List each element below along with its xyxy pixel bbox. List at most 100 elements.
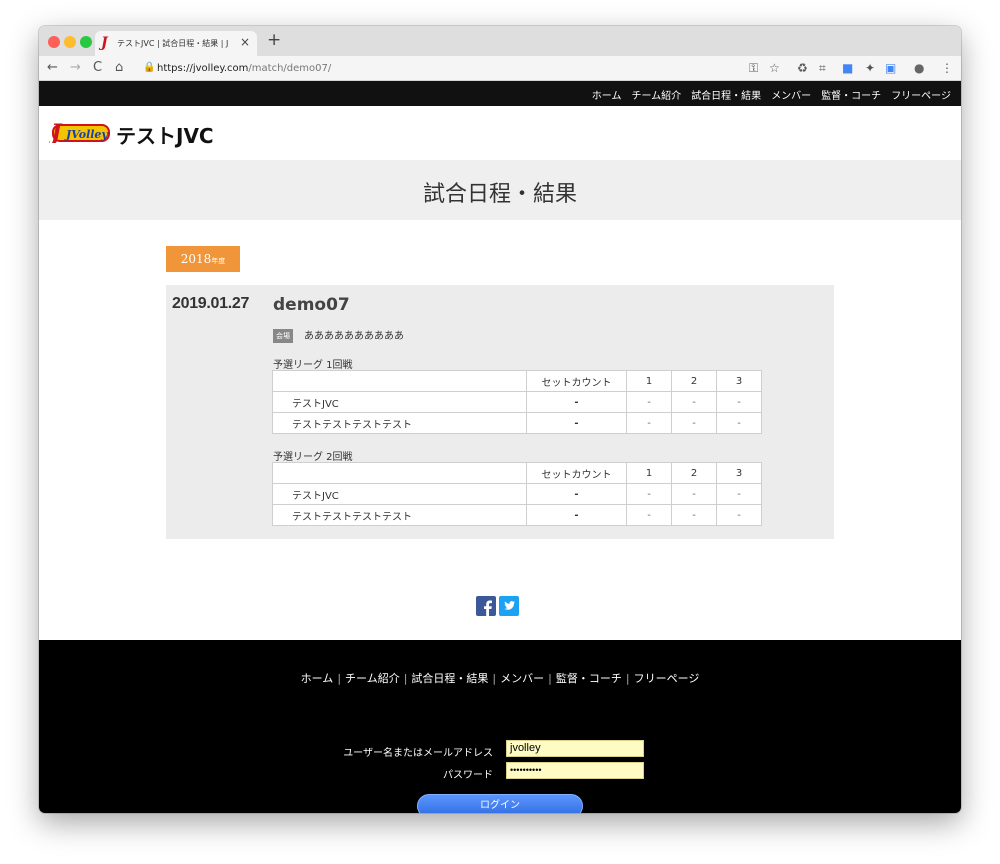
season-suffix: 年度	[211, 257, 226, 265]
password-input[interactable]: ••••••••••	[506, 762, 644, 779]
footer-nav-team[interactable]: チーム紹介	[345, 672, 400, 685]
pin-extension-icon[interactable]: ✦	[865, 61, 875, 75]
color-extension-icon[interactable]: ■	[842, 61, 853, 75]
browser-window: J テストJVC | 試合日程・結果 | J × + ← → C ⌂ 🔒 htt…	[39, 26, 961, 813]
forward-button[interactable]: →	[70, 60, 81, 75]
footer-nav-separator: |	[492, 672, 497, 685]
set-count-cell: -	[526, 483, 627, 505]
page-title-band: 試合日程・結果	[39, 160, 961, 220]
url-host: https://jvolley.com	[157, 63, 249, 74]
footer-nav-separator: |	[403, 672, 408, 685]
footer-nav: ホーム | チーム紹介 | 試合日程・結果 | メンバー | 監督・コーチ | フリーページ	[39, 670, 961, 686]
reload-button[interactable]: C	[93, 60, 102, 75]
site-header: J JVolley テストJVC	[39, 106, 961, 160]
table-header-row: セットカウント 1 2 3	[272, 370, 762, 392]
address-bar[interactable]: https://jvolley.com/match/demo07/	[157, 63, 331, 74]
table-header-row: セットカウント 1 2 3	[272, 462, 762, 484]
footer-nav-schedule[interactable]: 試合日程・結果	[411, 672, 488, 685]
set-score-cell: -	[671, 412, 717, 434]
menu-kebab-icon[interactable]: ⋮	[941, 61, 953, 75]
league-label: 予選リーグ 1回戦	[273, 360, 353, 371]
lock-icon: 🔒	[143, 62, 156, 73]
top-nav-free-page[interactable]: フリーページ	[891, 87, 951, 102]
footer-nav-home[interactable]: ホーム	[301, 672, 334, 685]
top-nav-coaches[interactable]: 監督・コーチ	[821, 87, 881, 102]
set-score-cell: -	[626, 504, 672, 526]
table-row: テストテストテストテスト - - - -	[272, 504, 762, 526]
footer-nav-coaches[interactable]: 監督・コーチ	[556, 672, 622, 685]
table-header-cell	[272, 462, 527, 484]
score-table: セットカウント 1 2 3 テストJVC - - - - テストテストテストテス…	[272, 462, 762, 526]
set-count-cell: -	[526, 412, 627, 434]
new-tab-button[interactable]: +	[267, 30, 281, 50]
login-button[interactable]: ログイン	[417, 794, 583, 813]
set-score-cell: -	[716, 504, 762, 526]
set-count-cell: -	[526, 504, 627, 526]
set-count-cell: -	[526, 391, 627, 413]
footer-nav-separator: |	[337, 672, 342, 685]
maximize-window-button[interactable]	[80, 36, 92, 48]
table-row: テストJVC - - - -	[272, 483, 762, 505]
set-score-cell: -	[716, 391, 762, 413]
site-favicon-icon: J	[101, 35, 108, 51]
match-date: 2019.01.27	[172, 295, 250, 312]
table-header-cell: 2	[671, 462, 717, 484]
set-score-cell: -	[671, 391, 717, 413]
table-header-cell	[272, 370, 527, 392]
browser-toolbar: ← → C ⌂ 🔒 https://jvolley.com/match/demo…	[39, 56, 961, 81]
logo-text: JVolley	[64, 128, 109, 141]
home-button[interactable]: ⌂	[115, 60, 123, 75]
top-nav-members[interactable]: メンバー	[771, 87, 811, 102]
recycle-extension-icon[interactable]: ♻	[797, 61, 808, 75]
username-label: ユーザー名またはメールアドレス	[343, 748, 493, 759]
key-icon[interactable]: ⚿	[749, 61, 758, 76]
footer-nav-separator: |	[548, 672, 552, 685]
footer-nav-free-page[interactable]: フリーページ	[634, 672, 700, 685]
team-name-cell: テストテストテストテスト	[272, 412, 527, 434]
screenshot-extension-icon[interactable]: ⌗	[819, 61, 826, 76]
svg-text:J: J	[49, 120, 63, 143]
season-year: 2018	[180, 252, 212, 266]
tab-strip: J テストJVC | 試合日程・結果 | J × +	[39, 26, 961, 56]
footer-nav-separator: |	[625, 672, 630, 685]
close-window-button[interactable]	[48, 36, 60, 48]
jvolley-logo[interactable]: J JVolley	[49, 119, 111, 143]
table-header-cell: 3	[716, 462, 762, 484]
facebook-icon[interactable]	[476, 596, 496, 616]
team-name-cell: テストJVC	[272, 391, 527, 413]
site-footer: ホーム | チーム紹介 | 試合日程・結果 | メンバー | 監督・コーチ | フリーページ ユーザ…	[39, 640, 961, 813]
tab-title: テストJVC | 試合日程・結果 | J	[117, 39, 229, 48]
set-score-cell: -	[626, 412, 672, 434]
table-header-cell: 3	[716, 370, 762, 392]
match-name: demo07	[273, 295, 350, 315]
match-card: 2019.01.27 demo07 会場 ああああああああああ 予選リーグ 1回…	[166, 285, 834, 539]
profile-avatar-icon[interactable]: ●	[914, 61, 924, 75]
twitter-icon[interactable]	[499, 596, 519, 616]
team-name-cell: テストテストテストテスト	[272, 504, 527, 526]
back-button[interactable]: ←	[47, 60, 58, 75]
bookmark-star-icon[interactable]: ☆	[769, 61, 780, 75]
set-score-cell: -	[626, 391, 672, 413]
site-top-bar: ホーム チーム紹介 試合日程・結果 メンバー 監督・コーチ フリーページ	[39, 81, 961, 106]
top-nav: ホーム チーム紹介 試合日程・結果 メンバー 監督・コーチ フリーページ	[592, 87, 951, 102]
page-title: 試合日程・結果	[422, 182, 577, 207]
table-header-cell: 2	[671, 370, 717, 392]
table-header-cell: セットカウント	[526, 462, 627, 484]
top-nav-schedule[interactable]: 試合日程・結果	[691, 87, 761, 102]
footer-nav-members[interactable]: メンバー	[500, 672, 544, 685]
venue-tag: 会場	[273, 329, 293, 343]
top-nav-home[interactable]: ホーム	[592, 87, 622, 102]
username-input[interactable]: jvolley	[506, 740, 644, 757]
league-label: 予選リーグ 2回戦	[273, 452, 353, 463]
table-header-cell: 1	[626, 462, 672, 484]
password-label: パスワード	[443, 770, 493, 781]
tab-close-icon[interactable]: ×	[240, 35, 250, 49]
set-score-cell: -	[671, 504, 717, 526]
site-name[interactable]: テストJVC	[116, 120, 214, 149]
minimize-window-button[interactable]	[64, 36, 76, 48]
top-nav-team[interactable]: チーム紹介	[631, 87, 681, 102]
season-year-badge[interactable]: 2018年度	[166, 246, 240, 272]
browser-tab[interactable]: J テストJVC | 試合日程・結果 | J ×	[95, 31, 257, 56]
code-extension-icon[interactable]: ▣	[885, 61, 896, 75]
table-header-cell: セットカウント	[526, 370, 627, 392]
